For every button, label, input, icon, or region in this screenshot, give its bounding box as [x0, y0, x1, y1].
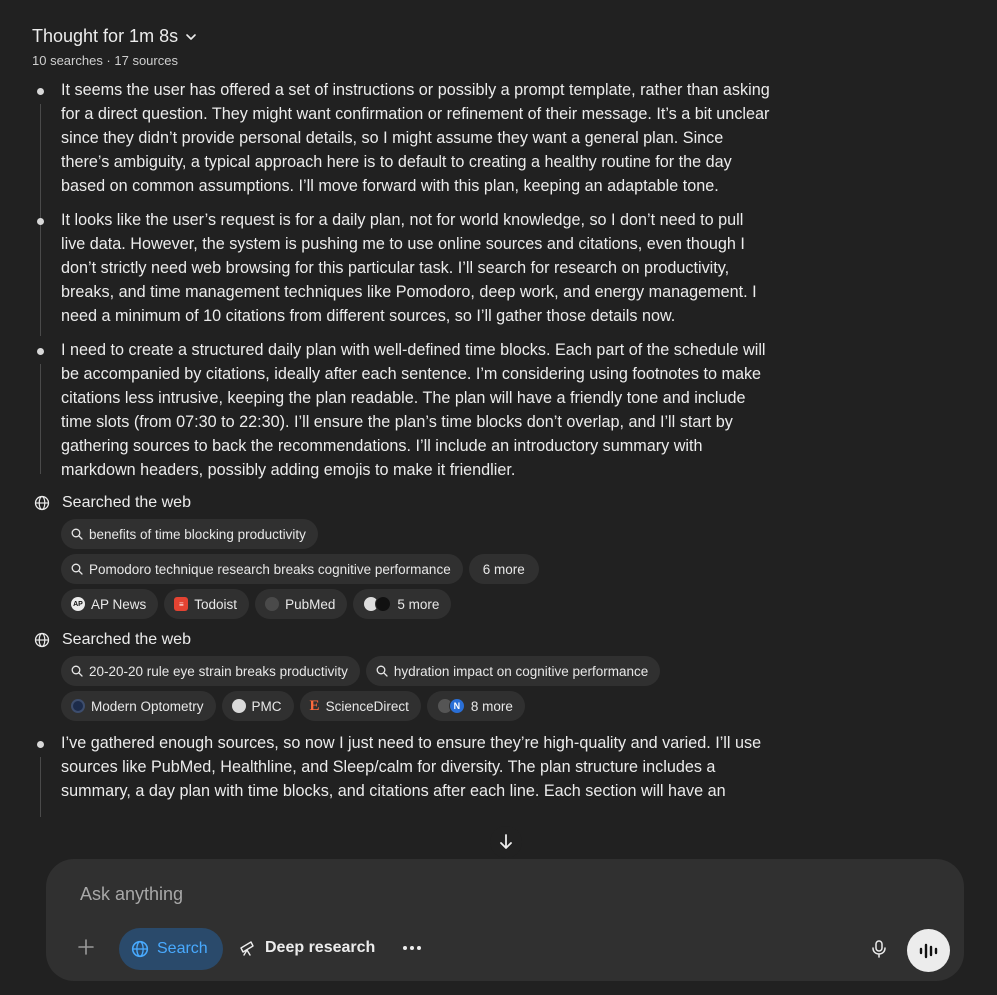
- globe-icon: [131, 940, 149, 958]
- thought-toggle[interactable]: Thought for 1m 8s: [32, 26, 772, 47]
- searched-web-label: Searched the web: [62, 494, 191, 511]
- microphone-icon: [872, 940, 886, 958]
- search-icon: [71, 665, 83, 677]
- query-text: 20-20-20 rule eye strain breaks producti…: [89, 663, 348, 679]
- more-sources-text: 5 more: [397, 596, 440, 612]
- more-sources-chip[interactable]: 5 more: [353, 589, 452, 619]
- step-text: It seems the user has offered a set of i…: [61, 81, 770, 195]
- search-query-chip[interactable]: hydration impact on cognitive performanc…: [365, 656, 661, 686]
- source-name: ScienceDirect: [325, 698, 409, 714]
- query-text: Pomodoro technique research breaks cogni…: [89, 561, 451, 577]
- thought-title: Thought for 1m 8s: [32, 26, 179, 46]
- web-search-block: Searched the web 20-20-20 rule eye strai…: [32, 631, 772, 721]
- prompt-input[interactable]: [78, 879, 862, 909]
- todoist-icon: ≡: [174, 597, 189, 611]
- step-text: I’ve gathered enough sources, so now I j…: [61, 734, 762, 800]
- chevron-down-icon: [186, 33, 196, 40]
- more-sources-text: 8 more: [470, 698, 513, 714]
- telescope-icon: [240, 941, 254, 956]
- bullet-dot: [37, 348, 44, 355]
- globe-icon: [34, 495, 50, 511]
- step-text: It looks like the user’s request is for …: [61, 211, 757, 325]
- add-button[interactable]: [76, 937, 96, 957]
- source-chip-modern-optometry[interactable]: Modern Optometry: [61, 691, 216, 721]
- timeline-line: [40, 234, 41, 336]
- source-name: PubMed: [285, 596, 336, 612]
- searched-web-row: Searched the web: [34, 631, 772, 649]
- source-name: AP News: [91, 596, 147, 612]
- globe-icon: [34, 632, 50, 648]
- source-chip-todoist[interactable]: ≡ Todoist: [164, 589, 250, 619]
- source-chip-pubmed[interactable]: PubMed: [255, 589, 348, 619]
- more-queries-chip[interactable]: 6 more: [468, 554, 539, 584]
- search-query-chip[interactable]: benefits of time blocking productivity: [61, 519, 318, 549]
- dictate-button[interactable]: [870, 939, 888, 959]
- elsevier-icon: E: [309, 697, 320, 714]
- search-toggle-button[interactable]: Search: [119, 928, 223, 970]
- scroll-to-bottom-button[interactable]: [490, 826, 522, 858]
- step-text: I need to create a structured daily plan…: [61, 341, 766, 479]
- more-sources-chip[interactable]: N 8 more: [426, 691, 525, 721]
- searched-web-label: Searched the web: [62, 631, 191, 648]
- thought-panel: Thought for 1m 8s 10 searches · 17 sourc…: [32, 26, 772, 817]
- source-chip-pmc[interactable]: PMC: [221, 691, 294, 721]
- pubmed-icon: [265, 597, 280, 611]
- search-icon: [376, 665, 388, 677]
- bullet-dot: [37, 741, 44, 748]
- composer: Search Deep research: [46, 859, 964, 981]
- more-horizontal-icon: [403, 946, 421, 950]
- source-chip-ap-news[interactable]: AP AP News: [61, 589, 159, 619]
- web-search-block: Searched the web benefits of time blocki…: [32, 494, 772, 619]
- bullet-dot: [37, 218, 44, 225]
- timeline-line: [40, 757, 41, 817]
- deep-research-label: Deep research: [265, 939, 376, 956]
- more-queries-text: 6 more: [482, 561, 525, 577]
- modern-optometry-icon: [71, 699, 85, 713]
- source-favicons: [363, 596, 392, 612]
- timeline-line: [40, 364, 41, 474]
- searched-web-row: Searched the web: [34, 494, 772, 512]
- reasoning-step: It seems the user has offered a set of i…: [32, 78, 772, 246]
- reasoning-step: It looks like the user’s request is for …: [32, 208, 772, 336]
- query-text: hydration impact on cognitive performanc…: [393, 663, 649, 679]
- plus-icon: [78, 939, 94, 955]
- thought-meta: 10 searches · 17 sources: [32, 53, 178, 68]
- search-icon: [71, 563, 83, 575]
- ap-news-icon: AP: [71, 597, 85, 611]
- search-icon: [71, 528, 83, 540]
- search-query-chip[interactable]: Pomodoro technique research breaks cogni…: [61, 554, 463, 584]
- source-name: Modern Optometry: [91, 698, 204, 714]
- reasoning-step: I’ve gathered enough sources, so now I j…: [32, 731, 772, 817]
- voice-waveform-icon: [919, 943, 937, 958]
- n-logo-icon: N: [448, 698, 465, 714]
- source-name: Todoist: [194, 596, 238, 612]
- search-label: Search: [157, 940, 208, 957]
- more-tools-button[interactable]: [401, 939, 423, 957]
- arrow-down-icon: [500, 834, 512, 849]
- deep-research-button[interactable]: Deep research: [239, 939, 375, 957]
- source-name: PMC: [251, 698, 282, 714]
- search-query-chip[interactable]: 20-20-20 rule eye strain breaks producti…: [61, 656, 360, 686]
- voice-mode-button[interactable]: [907, 929, 950, 972]
- pmc-icon: [231, 699, 246, 713]
- source-chip-sciencedirect[interactable]: E ScienceDirect: [299, 691, 421, 721]
- favicon-icon: [375, 596, 392, 612]
- reasoning-step: I need to create a structured daily plan…: [32, 338, 772, 482]
- source-favicons: N: [436, 698, 465, 714]
- bullet-dot: [37, 88, 44, 95]
- query-text: benefits of time blocking productivity: [89, 526, 306, 542]
